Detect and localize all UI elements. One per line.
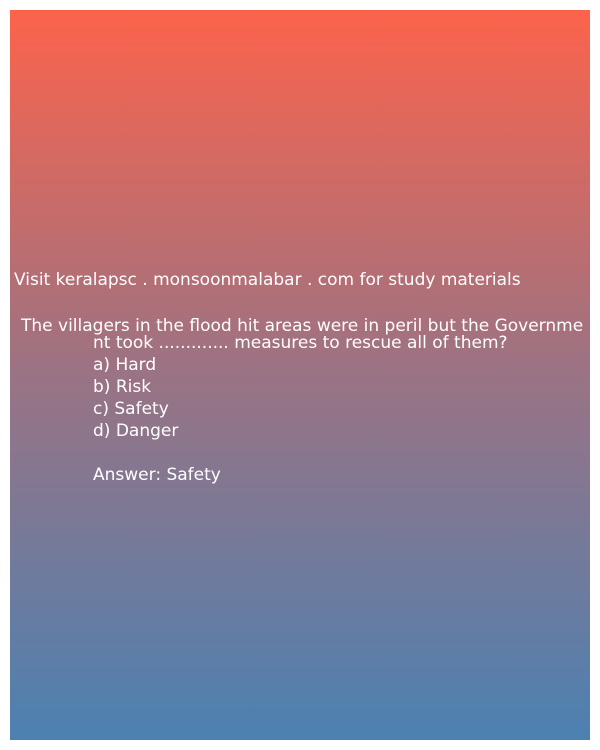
option-b: b) Risk	[93, 377, 152, 397]
answer-text: Answer: Safety	[93, 465, 221, 485]
study-card: Visit keralapsc . monsoonmalabar . com f…	[10, 10, 590, 740]
option-c: c) Safety	[93, 399, 169, 419]
visit-site-text: Visit keralapsc . monsoonmalabar . com f…	[14, 270, 521, 290]
option-d: d) Danger	[93, 421, 179, 441]
question-text-line-2: nt took ............. measures to rescue…	[93, 333, 508, 353]
option-a: a) Hard	[93, 355, 157, 375]
